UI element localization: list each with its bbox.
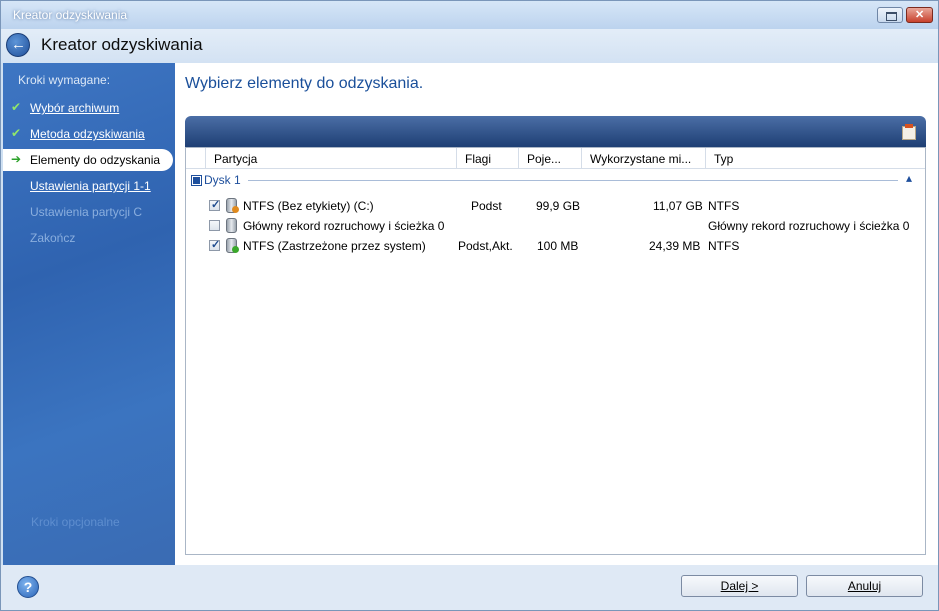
- partition-disk-icon: [226, 238, 239, 253]
- wizard-header: ← Kreator odzyskiwania: [1, 29, 938, 63]
- partition-list: Partycja Flagi Poje... Wykorzystane mi..…: [185, 147, 926, 555]
- partition-flags: Podst: [471, 199, 502, 213]
- help-icon[interactable]: ?: [17, 576, 39, 598]
- step-partition-settings-1-1[interactable]: Ustawienia partycji 1-1: [3, 175, 175, 197]
- partition-used: 11,07 GB: [653, 199, 703, 213]
- step-archive-selection[interactable]: ✔ Wybór archiwum: [3, 97, 175, 119]
- step-label: Wybór archiwum: [30, 101, 120, 115]
- arrow-right-icon: ➔: [11, 152, 22, 166]
- column-header-flags[interactable]: Flagi: [457, 148, 519, 168]
- mbr-disk-icon: [226, 218, 237, 233]
- table-row[interactable]: NTFS (Zastrzeżone przez system) Podst,Ak…: [186, 236, 925, 256]
- column-header-select[interactable]: [186, 148, 206, 168]
- list-toolbar: [185, 116, 926, 147]
- required-steps-label: Kroki wymagane:: [18, 73, 111, 87]
- partition-capacity: 99,9 GB: [536, 199, 581, 213]
- table-row[interactable]: Główny rekord rozruchowy i ścieżka 0 Głó…: [186, 216, 925, 236]
- main-panel: Wybierz elementy do odzyskania. Partycja…: [175, 63, 938, 565]
- partition-capacity: 100 MB: [537, 239, 579, 253]
- column-header-partition[interactable]: Partycja: [206, 148, 457, 168]
- partition-type: NTFS: [708, 199, 740, 213]
- step-items-to-recover[interactable]: ➔ Elementy do odzyskania: [3, 149, 173, 171]
- partition-badge-icon: [232, 246, 239, 253]
- next-button[interactable]: Dalej >: [681, 575, 798, 597]
- step-label: Zakończ: [30, 231, 76, 245]
- step-recovery-method[interactable]: ✔ Metoda odzyskiwania: [3, 123, 175, 145]
- window-title: Kreator odzyskiwania: [13, 8, 128, 22]
- row-checkbox[interactable]: [209, 220, 220, 231]
- disk-group-header[interactable]: Dysk 1 ▴: [190, 171, 920, 188]
- partition-name: NTFS (Bez etykiety) (C:): [243, 199, 374, 213]
- disk-group-label: Dysk 1: [204, 173, 241, 187]
- step-label: Ustawienia partycji C: [30, 205, 143, 219]
- step-finish: Zakończ: [3, 227, 175, 249]
- column-header-capacity[interactable]: Poje...: [519, 148, 582, 168]
- column-chooser-icon[interactable]: [902, 124, 916, 140]
- partition-type: Główny rekord rozruchowy i ścieżka 0: [708, 219, 910, 233]
- column-header-used-space[interactable]: Wykorzystane mi...: [582, 148, 706, 168]
- cancel-button[interactable]: Anuluj: [806, 575, 923, 597]
- step-label: Metoda odzyskiwania: [30, 127, 145, 141]
- title-bar: Kreator odzyskiwania: [1, 1, 938, 29]
- optional-steps-label: Kroki opcjonalne: [31, 515, 120, 529]
- partition-badge-icon: [232, 206, 239, 213]
- partition-disk-icon: [226, 198, 239, 213]
- arrow-left-icon: ←: [11, 36, 26, 53]
- wizard-heading: Kreator odzyskiwania: [41, 35, 203, 54]
- group-divider: [248, 180, 898, 181]
- wizard-footer: ? Dalej > Anuluj: [1, 565, 938, 610]
- collapse-caret-icon[interactable]: ▴: [906, 171, 912, 185]
- step-partition-settings-c: Ustawienia partycji C: [3, 201, 175, 223]
- recovery-wizard-window: Kreator odzyskiwania ← Kreator odzyskiwa…: [0, 0, 939, 611]
- page-title: Wybierz elementy do odzyskania.: [185, 75, 424, 92]
- checkmark-icon: ✔: [11, 100, 22, 114]
- partition-flags: Podst,Akt.: [458, 239, 513, 253]
- restore-button[interactable]: [877, 7, 903, 23]
- partition-name: Główny rekord rozruchowy i ścieżka 0: [243, 219, 445, 233]
- steps-sidebar: Kroki wymagane: ✔ Wybór archiwum ✔ Metod…: [3, 63, 175, 565]
- row-checkbox[interactable]: [209, 238, 220, 251]
- table-row[interactable]: NTFS (Bez etykiety) (C:) Podst 99,9 GB 1…: [186, 196, 925, 216]
- partition-used: 24,39 MB: [649, 239, 701, 253]
- column-header-type[interactable]: Typ: [706, 148, 925, 168]
- close-button[interactable]: [906, 7, 933, 23]
- row-checkbox[interactable]: [209, 198, 220, 211]
- partition-name: NTFS (Zastrzeżone przez system): [243, 239, 426, 253]
- step-label: Ustawienia partycji 1-1: [30, 179, 151, 193]
- partition-type: NTFS: [708, 239, 740, 253]
- column-header-row: Partycja Flagi Poje... Wykorzystane mi..…: [186, 148, 925, 169]
- checkmark-icon: ✔: [11, 126, 22, 140]
- disk-group-checkbox[interactable]: [191, 175, 202, 186]
- back-button[interactable]: ←: [6, 33, 30, 57]
- step-label: Elementy do odzyskania: [30, 153, 161, 167]
